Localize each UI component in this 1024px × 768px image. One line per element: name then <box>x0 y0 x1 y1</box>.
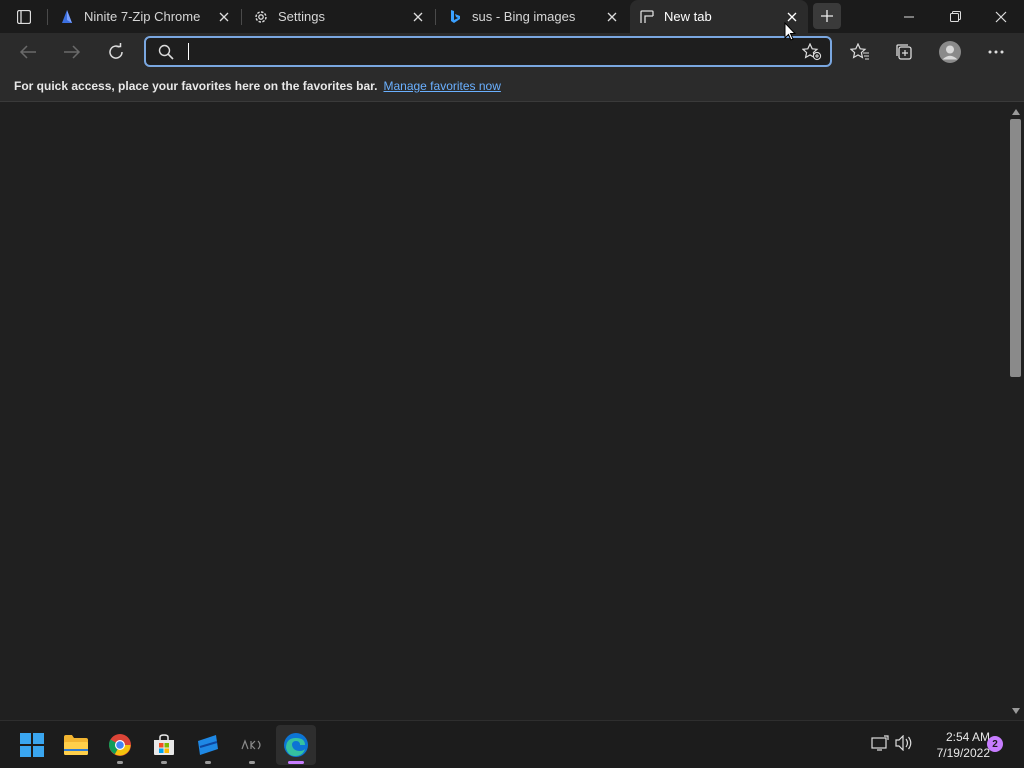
speaker-icon <box>895 735 912 751</box>
profile-button[interactable] <box>934 37 966 67</box>
add-favorite-icon[interactable] <box>801 42 822 66</box>
snipping-taskbar-button[interactable] <box>188 725 228 765</box>
tab-separator <box>47 9 48 25</box>
close-tab-icon[interactable] <box>216 9 232 25</box>
monitor-icon <box>871 735 889 751</box>
gear-icon <box>252 8 270 26</box>
close-tab-icon[interactable] <box>410 9 426 25</box>
refresh-icon <box>109 43 123 59</box>
store-icon <box>154 734 174 755</box>
forward-button[interactable] <box>56 37 88 67</box>
close-tab-icon[interactable] <box>604 9 620 25</box>
running-indicator <box>161 761 167 764</box>
favorites-bar-message: For quick access, place your favorites h… <box>14 79 378 93</box>
active-indicator <box>288 761 304 764</box>
start-button[interactable] <box>12 725 52 765</box>
favorites-bar: For quick access, place your favorites h… <box>0 71 1024 102</box>
vertical-scrollbar[interactable] <box>1007 103 1024 720</box>
scrollbar-thumb[interactable] <box>1010 119 1021 377</box>
scroll-down-icon[interactable] <box>1007 704 1024 718</box>
tab-ninite[interactable]: Ninite 7-Zip Chrome Fi <box>52 0 240 33</box>
file-explorer-button[interactable] <box>56 725 96 765</box>
tab-bing-images[interactable]: sus - Bing images <box>440 0 628 33</box>
running-indicator <box>205 761 211 764</box>
tab-title: New tab <box>664 9 712 24</box>
address-bar[interactable] <box>144 36 832 67</box>
newtab-page-icon <box>638 8 656 26</box>
mouse-cursor-icon <box>784 22 796 41</box>
restore-button[interactable] <box>932 0 978 33</box>
tab-settings[interactable]: Settings <box>246 0 434 33</box>
clock-date: 7/19/2022 <box>936 746 990 760</box>
arrow-right-icon <box>64 45 81 59</box>
text-caret <box>188 43 189 60</box>
tab-actions-button[interactable] <box>10 7 38 27</box>
tab-title: Settings <box>278 9 325 24</box>
tab-actions-icon <box>17 10 31 24</box>
tab-bar: Ninite 7-Zip Chrome Fi Settings sus - Bi… <box>0 0 1024 33</box>
settings-menu-button[interactable] <box>980 37 1012 67</box>
windows-logo-icon <box>20 733 44 757</box>
tab-title: sus - Bing images <box>472 9 576 24</box>
chrome-icon <box>109 734 131 756</box>
minimize-icon <box>904 16 914 17</box>
folder-icon <box>64 735 88 755</box>
manage-favorites-link[interactable]: Manage favorites now <box>383 79 500 93</box>
favorites-button[interactable] <box>844 37 876 67</box>
taskbar: 2:54 AM 7/19/2022 <box>0 720 1024 768</box>
new-tab-button[interactable] <box>813 3 841 29</box>
favorites-star-list-icon <box>850 43 869 60</box>
close-icon <box>995 11 1007 22</box>
chrome-taskbar-button[interactable] <box>100 725 140 765</box>
running-indicator <box>117 761 123 764</box>
tab-title: Ninite 7-Zip Chrome Fi <box>84 9 204 24</box>
clock-time: 2:54 AM <box>945 730 990 744</box>
collections-icon <box>896 44 912 60</box>
ninite-icon <box>58 8 76 26</box>
refresh-button[interactable] <box>100 37 132 67</box>
tab-new-tab[interactable]: New tab <box>630 0 808 33</box>
plus-icon <box>821 10 833 22</box>
tab-separator <box>241 9 242 25</box>
search-icon <box>158 44 174 65</box>
app-misc-icon <box>241 739 261 750</box>
minimize-button[interactable] <box>886 0 932 33</box>
store-taskbar-button[interactable] <box>144 725 184 765</box>
tab-separator <box>435 9 436 25</box>
volume-tray-icon[interactable] <box>894 733 914 753</box>
page-content <box>0 103 1007 720</box>
arrow-left-icon <box>19 45 36 59</box>
taskbar-clock[interactable]: 2:54 AM 7/19/2022 <box>918 729 990 761</box>
network-tray-icon[interactable] <box>870 733 890 753</box>
address-input[interactable] <box>184 42 784 62</box>
running-indicator <box>249 761 255 764</box>
close-window-button[interactable] <box>978 0 1024 33</box>
blue-app-icon <box>198 735 218 755</box>
restore-icon <box>949 11 961 22</box>
avatar-icon <box>939 41 961 63</box>
scroll-up-icon[interactable] <box>1007 105 1024 119</box>
back-button[interactable] <box>12 37 44 67</box>
browser-toolbar <box>0 33 1024 71</box>
bing-icon <box>446 8 464 26</box>
collections-button[interactable] <box>888 37 920 67</box>
edge-icon <box>284 733 308 757</box>
edge-taskbar-button[interactable] <box>276 725 316 765</box>
notification-badge[interactable]: 2 <box>987 736 1003 752</box>
more-dots-icon <box>988 50 1004 54</box>
misc-taskbar-button[interactable] <box>232 725 272 765</box>
